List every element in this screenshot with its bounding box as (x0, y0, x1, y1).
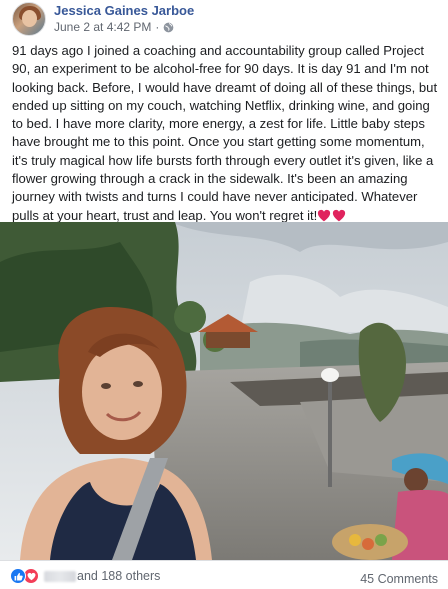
post-meta: June 2 at 4:42 PM · (54, 20, 174, 34)
reactions-summary[interactable]: and 188 others (10, 568, 160, 584)
red-heart-icon (332, 209, 346, 222)
post-text: 91 days ago I joined a coaching and acco… (12, 42, 440, 225)
meta-separator: · (155, 20, 160, 34)
post-header: Jessica Gaines Jarboe June 2 at 4:42 PM … (0, 0, 448, 40)
avatar[interactable] (12, 2, 46, 36)
post-footer: and 188 others 45 Comments (0, 560, 448, 589)
emoji-hearts (317, 209, 346, 222)
post-timestamp[interactable]: June 2 at 4:42 PM (54, 20, 151, 34)
post-photo[interactable] (0, 222, 448, 560)
author-name[interactable]: Jessica Gaines Jarboe (54, 3, 194, 18)
post-body: 91 days ago I joined a coaching and acco… (12, 43, 438, 223)
blurred-reactor-name (44, 570, 76, 582)
comments-count[interactable]: 45 Comments (360, 572, 438, 586)
reactions-count[interactable]: and 188 others (77, 569, 160, 583)
red-heart-icon (317, 209, 331, 222)
like-icon[interactable] (10, 568, 26, 584)
globe-icon[interactable] (163, 22, 174, 33)
